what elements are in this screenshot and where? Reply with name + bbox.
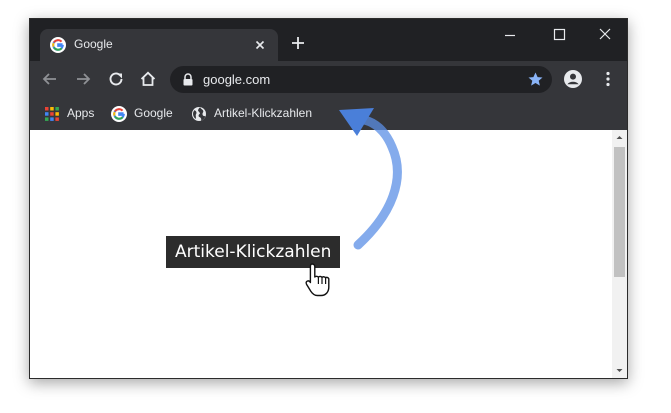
hand-cursor-icon <box>305 263 330 297</box>
pointer-arrow <box>339 108 402 250</box>
